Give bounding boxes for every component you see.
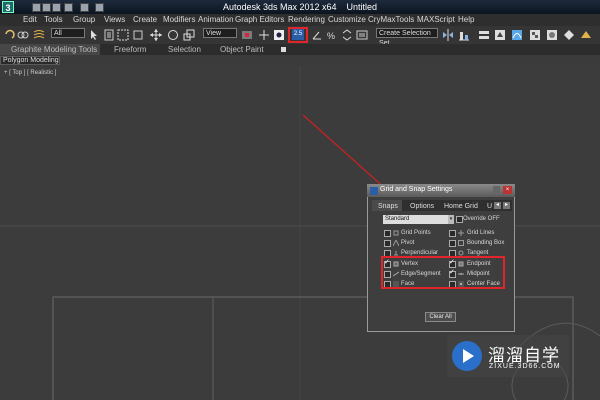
dialog-icon — [370, 187, 378, 195]
tab-graphite-modeling-tools[interactable]: Graphite Modeling Tools — [11, 45, 97, 54]
clear-all-button[interactable]: Clear All — [425, 312, 456, 322]
menu-crymaxtools[interactable]: CryMaxTools — [368, 15, 414, 24]
select-by-name-icon[interactable] — [103, 29, 115, 41]
checkbox-grid-lines[interactable] — [449, 230, 456, 237]
render-setup-icon[interactable] — [563, 29, 575, 41]
menu-rendering[interactable]: Rendering — [288, 15, 325, 24]
menu-modifiers[interactable]: Modifiers — [163, 15, 195, 24]
pivot-center-icon[interactable] — [241, 29, 253, 41]
tab-home-grid[interactable]: Home Grid — [444, 203, 478, 210]
rotate-icon[interactable] — [167, 29, 179, 41]
tab-freeform[interactable]: Freeform — [114, 45, 146, 54]
graphite-tools-icon[interactable] — [494, 29, 506, 41]
svg-text:%: % — [327, 31, 335, 41]
rect-selection-icon[interactable] — [117, 29, 129, 41]
menu-animation[interactable]: Animation — [198, 15, 234, 24]
menu-edit[interactable]: Edit — [23, 15, 37, 24]
grid-points-icon — [393, 230, 399, 236]
window-title: Autodesk 3ds Max 2012 x64 Untitled — [0, 2, 600, 12]
ribbon-minimize-icon[interactable] — [281, 47, 286, 52]
undo-toolbar-icon[interactable] — [3, 29, 15, 41]
edit-named-selection-icon[interactable] — [356, 29, 368, 41]
polygon-modeling-panel[interactable]: Polygon Modeling — [0, 56, 60, 65]
snap-preset-select[interactable]: Standard — [383, 215, 454, 224]
menu-maxscript[interactable]: MAXScript — [417, 15, 455, 24]
snaps-toggle-button[interactable]: 2.5 — [292, 29, 304, 40]
move-icon[interactable] — [150, 29, 162, 41]
menu-graph-editors[interactable]: Graph Editors — [235, 15, 284, 24]
menu-create[interactable]: Create — [133, 15, 157, 24]
curve-editor-icon[interactable] — [511, 29, 523, 41]
selection-filter-select[interactable]: All — [51, 28, 85, 38]
menu-help[interactable]: Help — [458, 15, 474, 24]
menu-tools[interactable]: Tools — [44, 15, 63, 24]
spinner-snap-icon[interactable] — [341, 29, 353, 41]
snap-options-highlight-box — [381, 256, 505, 289]
bounding-box-icon — [458, 240, 464, 246]
option-bounding-box: Bounding Box — [467, 240, 505, 246]
bind-spacewarp-icon[interactable] — [33, 29, 45, 41]
select-object-icon[interactable] — [88, 29, 100, 41]
menu-views[interactable]: Views — [104, 15, 125, 24]
tab-user-grids[interactable]: U — [487, 203, 492, 210]
named-selection-select[interactable]: Create Selection Set — [376, 28, 438, 47]
tab-snaps[interactable]: Snaps — [378, 203, 398, 210]
menu-group[interactable]: Group — [73, 15, 95, 24]
window-crossing-icon[interactable] — [132, 29, 144, 41]
align-icon[interactable] — [458, 29, 470, 41]
tab-scroll-right-icon[interactable]: ▸ — [503, 202, 510, 209]
checkbox-grid-points[interactable] — [384, 230, 391, 237]
app-title: Autodesk 3ds Max 2012 x64 — [222, 2, 337, 12]
tab-object-paint[interactable]: Object Paint — [220, 45, 264, 54]
angle-snap-icon[interactable] — [311, 29, 323, 41]
dialog-title: Grid and Snap Settings — [380, 186, 453, 193]
grid-lines-icon — [458, 230, 464, 236]
dialog-minimize-icon[interactable] — [493, 186, 500, 193]
option-pivot: Pivot — [401, 240, 415, 246]
tab-scroll-left-icon[interactable]: ◂ — [494, 202, 501, 209]
tab-selection[interactable]: Selection — [168, 45, 201, 54]
dialog-close-icon[interactable]: × — [503, 186, 512, 194]
layer-manager-icon[interactable] — [478, 29, 490, 41]
pivot-icon — [393, 240, 399, 246]
render-frame-icon[interactable] — [580, 29, 592, 41]
select-link-icon[interactable] — [17, 29, 29, 41]
menu-customize[interactable]: Customize — [328, 15, 366, 24]
watermark-url: ZIXUE.3D66.COM — [489, 363, 561, 370]
material-editor-icon[interactable] — [546, 29, 558, 41]
override-checkbox[interactable] — [456, 216, 463, 223]
option-grid-lines: Grid Lines — [467, 230, 495, 236]
tab-options[interactable]: Options — [410, 203, 434, 210]
checkbox-pivot[interactable] — [384, 240, 391, 247]
mirror-icon[interactable] — [442, 29, 454, 41]
percent-snap-icon[interactable]: % — [326, 29, 338, 41]
option-grid-points: Grid Points — [401, 230, 431, 236]
watermark-logo-icon — [452, 341, 482, 371]
reference-coord-select[interactable]: View — [203, 28, 237, 38]
scale-icon[interactable] — [183, 29, 195, 41]
checkbox-bounding-box[interactable] — [449, 240, 456, 247]
file-name: Untitled — [346, 2, 378, 12]
override-label: Override OFF — [463, 216, 500, 222]
schematic-view-icon[interactable] — [529, 29, 541, 41]
keyboard-shortcut-icon[interactable] — [273, 29, 285, 41]
chevron-down-icon[interactable]: ▾ — [448, 215, 454, 224]
select-manipulate-icon[interactable] — [258, 29, 270, 41]
